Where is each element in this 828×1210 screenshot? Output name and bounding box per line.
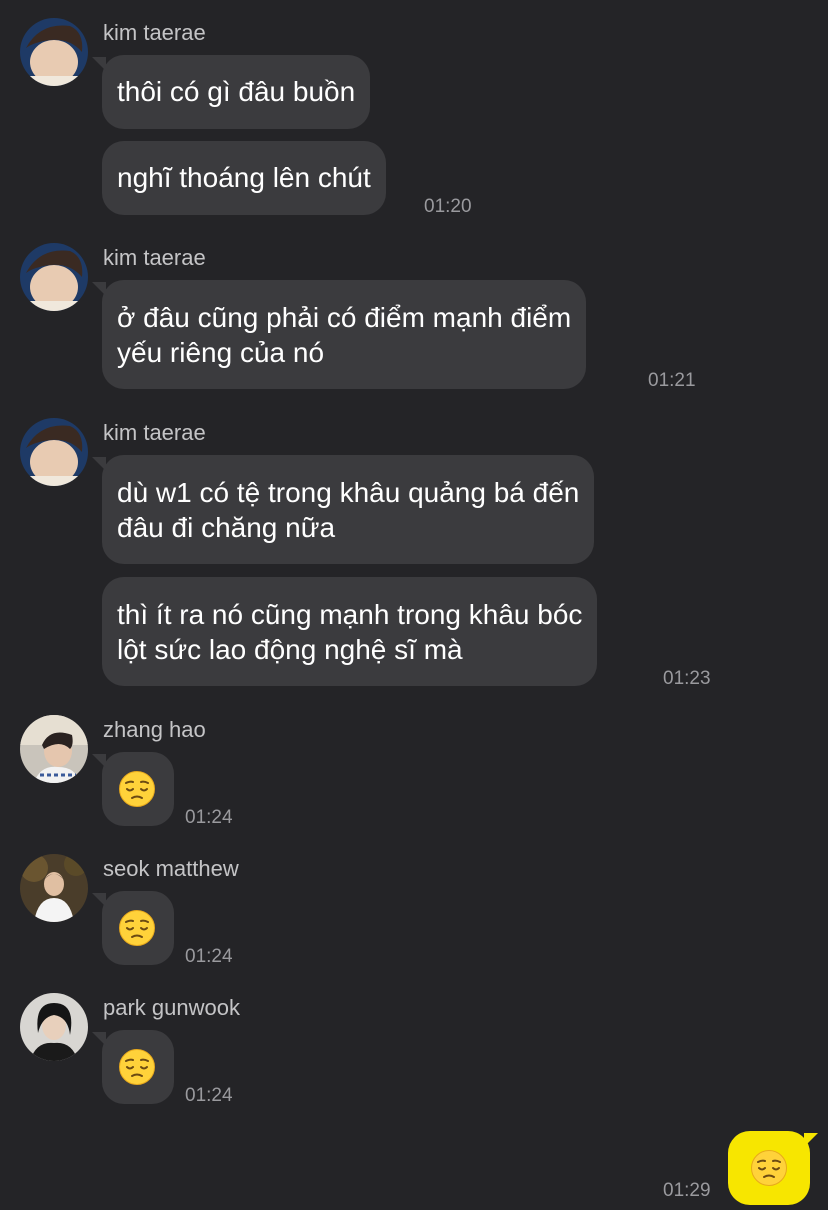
message-bubble[interactable] — [92, 752, 174, 826]
own-message-time: 01:29 — [663, 1180, 711, 1201]
message-bubble[interactable] — [92, 1030, 174, 1104]
avatar-kim-taerae[interactable] — [20, 418, 88, 486]
sender-name: zhang hao — [103, 717, 206, 742]
message-text-line: thì ít ra nó cũng mạnh trong khâu bóc — [117, 598, 583, 630]
avatar-kim-taerae[interactable] — [20, 243, 88, 311]
message-text-line: đâu đi chăng nữa — [117, 511, 336, 543]
sender-name: kim taerae — [103, 20, 206, 45]
message-bubble[interactable] — [92, 891, 174, 965]
pensive-face-emoji — [118, 1048, 156, 1086]
message-bubble[interactable]: dù w1 có tệ trong khâu quảng bá đến đâu … — [91, 455, 595, 564]
sender-name: kim taerae — [103, 245, 206, 270]
message-bubble[interactable]: ở đâu cũng phải có điểm mạnh điểm yếu ri… — [91, 280, 587, 389]
avatar-kim-taerae[interactable] — [20, 18, 88, 86]
message-text-line: dù w1 có tệ trong khâu quảng bá đến — [117, 476, 580, 508]
sender-name: seok matthew — [103, 856, 239, 881]
own-message-bubble[interactable] — [728, 1131, 818, 1205]
message-time: 01:24 — [185, 807, 233, 828]
pensive-face-emoji — [118, 770, 156, 808]
avatar-park-gunwook[interactable] — [20, 993, 88, 1061]
avatar-seok-matthew[interactable] — [20, 854, 88, 922]
message-time: 01:20 — [424, 196, 472, 217]
message-time: 01:24 — [185, 1085, 233, 1106]
pensive-face-emoji — [750, 1149, 788, 1187]
message-bubble[interactable]: nghĩ thoáng lên chút — [102, 141, 386, 215]
message-bubble[interactable]: thôi có gì đâu buồn — [91, 55, 371, 129]
sender-name: park gunwook — [103, 995, 240, 1020]
message-bubble[interactable]: thì ít ra nó cũng mạnh trong khâu bóc lộ… — [102, 577, 598, 686]
message-time: 01:24 — [185, 946, 233, 967]
message-text-line: yếu riêng của nó — [117, 336, 325, 368]
pensive-face-emoji — [118, 909, 156, 947]
message-text: nghĩ thoáng lên chút — [117, 162, 371, 193]
message-text-line: ở đâu cũng phải có điểm mạnh điểm — [117, 301, 572, 333]
message-text: thôi có gì đâu buồn — [117, 76, 356, 107]
message-text-line: lột sức lao động nghệ sĩ mà — [117, 633, 463, 665]
message-time: 01:23 — [663, 668, 711, 689]
avatar-zhang-hao[interactable] — [20, 715, 88, 783]
message-time: 01:21 — [648, 370, 696, 391]
sender-name: kim taerae — [103, 420, 206, 445]
